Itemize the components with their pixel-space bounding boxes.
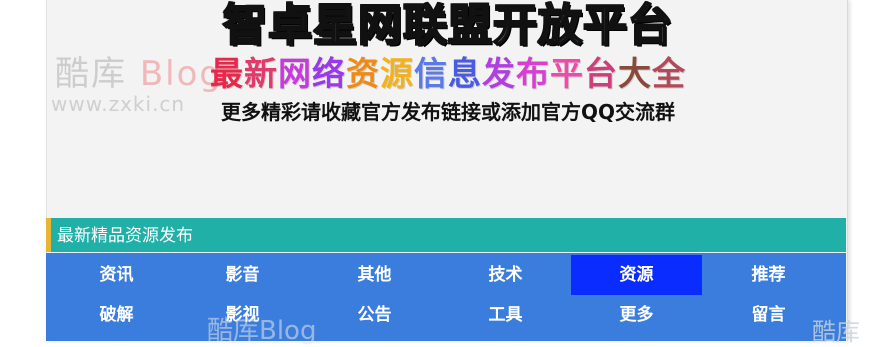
subtitle-char: 源 [380,54,414,93]
subtitle-char: 络 [312,54,346,93]
page-title: 智卓星网联盟开放平台 [222,0,673,52]
page-subtitle: 最新网络资源信息发布平台大全 [0,53,896,95]
subtitle-char: 布 [516,54,550,93]
nav-item[interactable]: 工具 [440,295,571,335]
subtitle-char: 最 [210,54,244,93]
subtitle-char: 大 [618,54,652,93]
nav-item[interactable]: 影音 [177,255,308,295]
nav-item[interactable]: 推荐 [703,255,834,295]
subtitle-char: 资 [346,54,380,93]
watermark-corner: 酷库 [812,318,860,346]
section-header: 最新精品资源发布 [46,218,846,252]
subtitle-char: 台 [584,54,618,93]
subtitle-char: 信 [414,54,448,93]
category-nav: 资讯 影音 其他 技术 资源 推荐 破解 影视 公告 工具 更多 留言 [46,253,846,341]
nav-item[interactable]: 资源 [571,255,702,295]
subtitle-char: 发 [482,54,516,93]
nav-item[interactable]: 资讯 [51,255,182,295]
nav-item[interactable]: 其他 [309,255,440,295]
subtitle-char: 息 [448,54,482,93]
page-note: 更多精彩请收藏官方发布链接或添加官方QQ交流群 [220,100,675,124]
nav-item[interactable]: 更多 [571,295,702,335]
subtitle-char: 全 [652,54,686,93]
subtitle-char: 平 [550,54,584,93]
nav-item[interactable]: 公告 [309,295,440,335]
nav-item[interactable]: 技术 [440,255,571,295]
subtitle-char: 网 [278,54,312,93]
nav-item[interactable]: 破解 [51,295,182,335]
subtitle-char: 新 [244,54,278,93]
nav-item[interactable]: 影视 [177,295,308,335]
